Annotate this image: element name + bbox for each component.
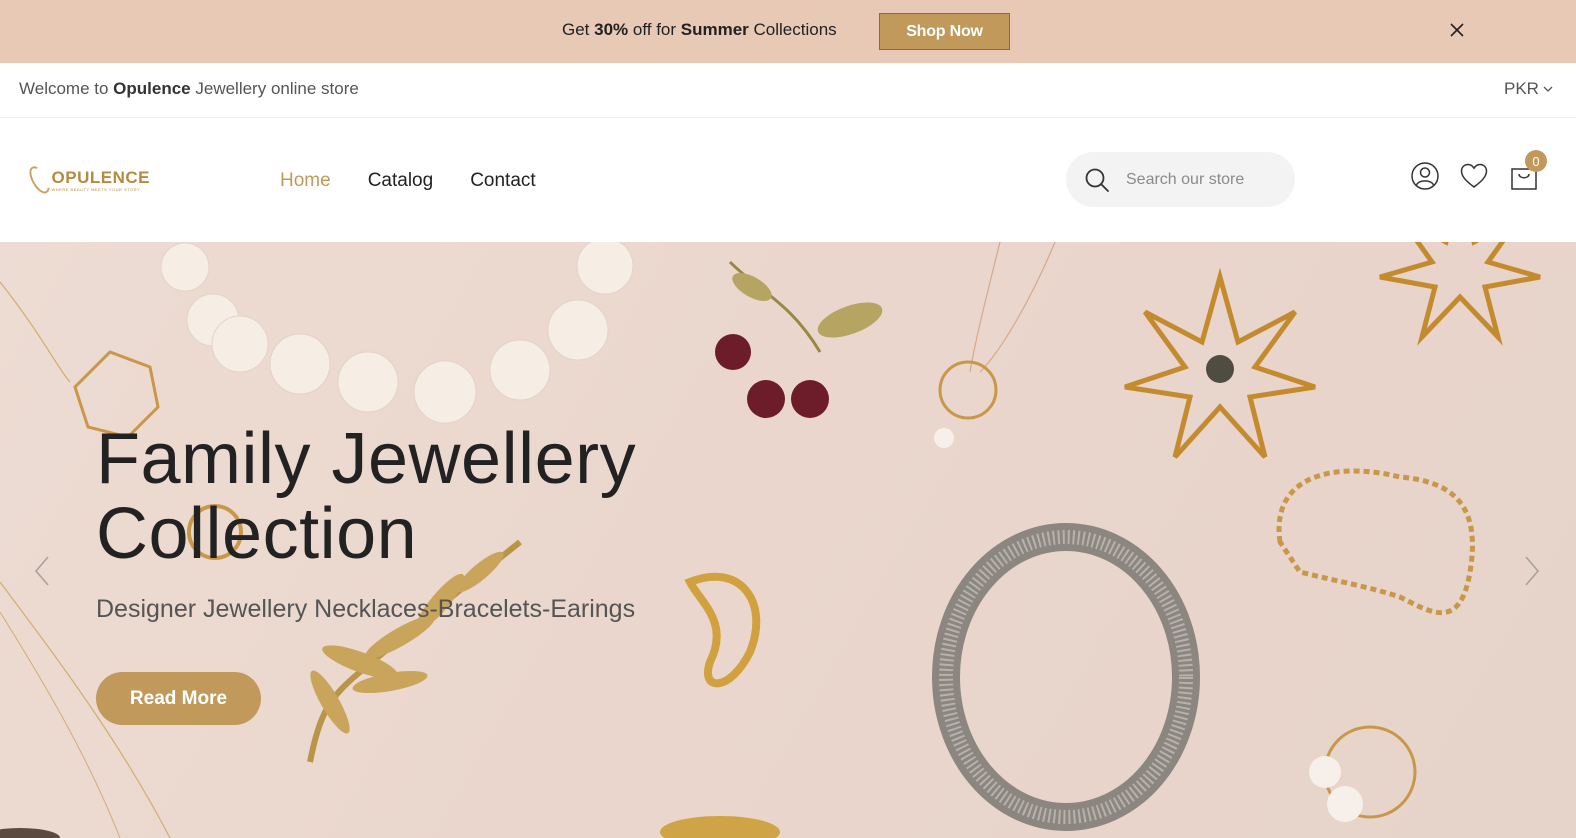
welcome-bar: Welcome to Opulence Jewellery online sto… [0, 63, 1576, 118]
close-icon[interactable] [1449, 22, 1465, 38]
promo-text: Get 30% off for Summer Collections [562, 20, 837, 40]
cart-count-badge: 0 [1525, 150, 1547, 172]
hero-slider: Family Jewellery Collection Designer Jew… [0, 242, 1576, 838]
promo-discount: 30% [594, 20, 629, 39]
welcome-suffix: Jewellery online store [190, 79, 359, 98]
read-more-button[interactable]: Read More [96, 672, 261, 725]
chevron-down-icon [1543, 86, 1553, 92]
currency-label: PKR [1504, 79, 1539, 98]
nav-item-catalog[interactable]: Catalog [368, 170, 434, 192]
account-button[interactable] [1409, 160, 1441, 192]
chevron-right-icon[interactable] [1520, 554, 1544, 588]
welcome-text: Welcome to Opulence Jewellery online sto… [19, 79, 359, 99]
shop-now-button[interactable]: Shop Now [879, 13, 1010, 50]
promo-text-middle: off for [628, 20, 681, 39]
search-box [1066, 152, 1295, 207]
hero-title: Family Jewellery Collection [96, 422, 796, 572]
nav-item-contact[interactable]: Contact [470, 170, 535, 192]
promo-text-prefix: Get [562, 20, 595, 39]
hero-title-line-1: Family Jewellery [96, 419, 637, 499]
site-header: OPULENCE WHERE BEAUTY MEETS YOUR STORY H… [0, 118, 1576, 242]
hero-subtitle: Designer Jewellery Necklaces-Bracelets-E… [96, 595, 636, 623]
hero-title-line-2: Collection [96, 494, 418, 574]
promo-text-suffix: Collections [748, 20, 837, 39]
welcome-brand: Opulence [113, 79, 191, 98]
chevron-left-icon[interactable] [30, 554, 54, 588]
search-input[interactable] [1126, 170, 1276, 189]
nav-item-home[interactable]: Home [280, 170, 331, 192]
main-nav: Home Catalog Contact [280, 170, 536, 192]
heart-icon [1460, 163, 1488, 188]
promo-bar: Get 30% off for Summer Collections Shop … [0, 0, 1576, 63]
search-icon[interactable] [1084, 167, 1110, 193]
user-icon [1411, 162, 1439, 190]
promo-season: Summer [680, 20, 749, 39]
currency-selector[interactable]: PKR [1504, 79, 1553, 99]
welcome-prefix: Welcome to [19, 79, 114, 98]
logo[interactable]: OPULENCE WHERE BEAUTY MEETS YOUR STORY [25, 162, 150, 198]
logo-tagline: WHERE BEAUTY MEETS YOUR STORY [51, 186, 141, 192]
logo-wordmark: OPULENCE [51, 167, 150, 187]
wishlist-button[interactable] [1458, 160, 1490, 192]
logo-ring-icon [25, 163, 54, 197]
